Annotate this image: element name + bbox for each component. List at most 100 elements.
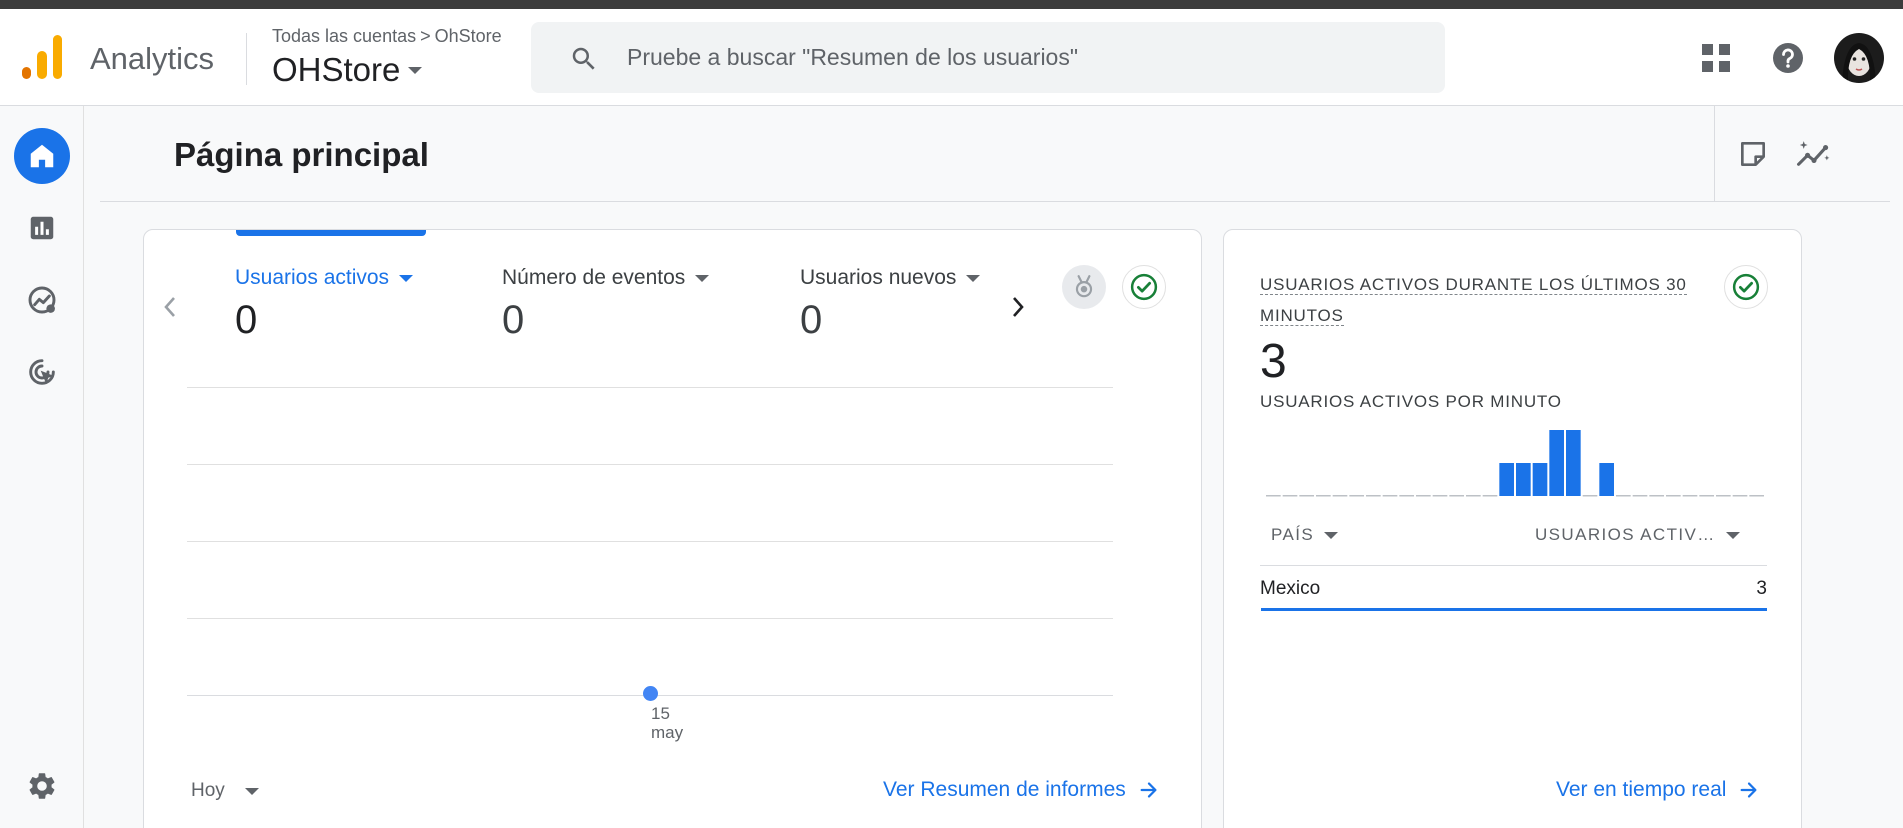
metric-tab-active-users[interactable]: Usuarios activos 0 bbox=[235, 266, 414, 343]
breadcrumb[interactable]: Todas las cuentas > OhStore bbox=[272, 26, 502, 47]
per-minute-bar-empty bbox=[1399, 495, 1414, 497]
per-minute-bar-empty bbox=[1266, 495, 1281, 497]
breadcrumb-property[interactable]: OhStore bbox=[435, 26, 502, 47]
browser-top-strip bbox=[0, 0, 1903, 9]
per-minute-bar-empty bbox=[1582, 495, 1598, 497]
per-minute-bar[interactable] bbox=[1516, 463, 1531, 496]
users-column-label: USUARIOS ACTIV… bbox=[1535, 525, 1716, 544]
left-navigation bbox=[0, 106, 84, 828]
arrow-right-icon bbox=[1741, 782, 1757, 798]
per-minute-bar[interactable] bbox=[1532, 463, 1548, 496]
nav-advertising[interactable] bbox=[14, 344, 70, 400]
user-photo-icon bbox=[1834, 33, 1884, 83]
per-minute-bar-empty bbox=[1632, 495, 1648, 497]
metric-tab-event-count[interactable]: Número de eventos 0 bbox=[502, 266, 710, 343]
badge-icon[interactable] bbox=[1062, 265, 1106, 309]
nav-admin[interactable] bbox=[14, 758, 70, 814]
table-row-value: 3 bbox=[1756, 578, 1767, 599]
per-minute-bar-empty bbox=[1449, 495, 1464, 497]
per-minute-bar-chart bbox=[1266, 430, 1766, 500]
metric-tab-new-users[interactable]: Usuarios nuevos 0 bbox=[800, 266, 981, 343]
per-minute-bar[interactable] bbox=[1549, 430, 1564, 496]
nav-reports[interactable] bbox=[14, 200, 70, 256]
per-minute-bars bbox=[1266, 430, 1764, 497]
notes-icon[interactable] bbox=[1737, 138, 1769, 170]
metric-label-text: Usuarios nuevos bbox=[800, 266, 957, 289]
per-minute-bar-empty bbox=[1382, 495, 1398, 497]
chart-data-point[interactable] bbox=[643, 686, 658, 701]
view-realtime-link[interactable]: Ver en tiempo real bbox=[1556, 778, 1760, 802]
nav-explore[interactable] bbox=[14, 272, 70, 328]
top-app-bar: Analytics Todas las cuentas > OhStore OH… bbox=[0, 9, 1903, 106]
settings-gear-icon bbox=[29, 773, 55, 799]
gridline bbox=[187, 464, 1113, 465]
per-minute-bar-empty bbox=[1616, 495, 1631, 497]
metric-value: 0 bbox=[800, 298, 823, 342]
advertising-icon bbox=[29, 359, 55, 385]
per-minute-bar-empty bbox=[1649, 495, 1664, 497]
gridline bbox=[187, 387, 1113, 388]
x-axis-tick: 15 may bbox=[651, 704, 683, 742]
chart-gridlines bbox=[187, 387, 1113, 697]
country-column-header[interactable]: PAÍS bbox=[1271, 525, 1339, 545]
search-bar[interactable] bbox=[531, 22, 1445, 93]
per-minute-bar-empty bbox=[1332, 495, 1348, 497]
per-minute-bar-empty bbox=[1749, 495, 1764, 497]
date-range-selector[interactable]: Hoy bbox=[191, 780, 259, 802]
gridline bbox=[187, 618, 1113, 619]
country-column-label: PAÍS bbox=[1271, 525, 1315, 544]
per-minute-bar[interactable] bbox=[1599, 463, 1614, 496]
property-name: OHStore bbox=[272, 51, 401, 88]
per-minute-bar-empty bbox=[1716, 495, 1731, 497]
help-icon[interactable] bbox=[1771, 41, 1805, 75]
table-row-country: Mexico bbox=[1260, 578, 1321, 599]
per-minute-bar-empty bbox=[1466, 495, 1481, 497]
table-row-bar bbox=[1261, 608, 1767, 611]
explore-icon bbox=[28, 286, 56, 314]
per-minute-bar-empty bbox=[1432, 495, 1448, 497]
per-minute-bar[interactable] bbox=[1499, 463, 1514, 496]
chevron-down-icon bbox=[1324, 531, 1339, 539]
metric-label: Número de eventos bbox=[502, 266, 710, 290]
active-tab-indicator bbox=[236, 230, 426, 236]
per-minute-bar-empty bbox=[1349, 495, 1364, 497]
realtime-title[interactable]: USUARIOS ACTIVOS DURANTE LOS ÚLTIMOS 30 … bbox=[1260, 269, 1690, 331]
account-avatar[interactable] bbox=[1834, 33, 1884, 83]
chevron-down-icon bbox=[966, 274, 981, 282]
search-input[interactable] bbox=[627, 22, 1407, 93]
users-column-header[interactable]: USUARIOS ACTIV… bbox=[1535, 525, 1740, 545]
metric-label-text: Usuarios activos bbox=[235, 266, 390, 289]
metric-label: Usuarios nuevos bbox=[800, 266, 981, 290]
page-title: Página principal bbox=[174, 136, 429, 173]
breadcrumb-account[interactable]: Todas las cuentas bbox=[272, 26, 416, 47]
apps-grid-icon[interactable] bbox=[1701, 43, 1731, 73]
gridline bbox=[187, 541, 1113, 542]
per-minute-bar[interactable] bbox=[1566, 430, 1581, 496]
metric-label-text: Número de eventos bbox=[502, 266, 686, 289]
realtime-check-icon[interactable] bbox=[1724, 265, 1768, 309]
per-minute-bar-empty bbox=[1699, 495, 1714, 497]
header-divider bbox=[246, 33, 247, 85]
per-minute-bar-empty bbox=[1732, 495, 1748, 497]
view-reports-link[interactable]: Ver Resumen de informes bbox=[883, 778, 1160, 802]
chevron-right-icon[interactable] bbox=[1008, 292, 1028, 322]
per-minute-bar-empty bbox=[1666, 495, 1681, 497]
metric-value: 0 bbox=[502, 298, 525, 342]
title-separator bbox=[100, 201, 1890, 202]
metric-value: 0 bbox=[235, 298, 258, 342]
insights-icon[interactable] bbox=[1796, 138, 1832, 170]
chevron-left-icon[interactable] bbox=[160, 292, 180, 322]
analytics-logo-icon[interactable] bbox=[22, 35, 62, 81]
property-selector[interactable]: OHStore bbox=[272, 51, 423, 89]
x-tick-month: may bbox=[651, 723, 684, 742]
nav-home[interactable] bbox=[14, 128, 70, 184]
realtime-per-minute-label: USUARIOS ACTIVOS POR MINUTO bbox=[1260, 392, 1562, 411]
per-minute-bar-empty bbox=[1366, 495, 1381, 497]
date-range-label: Hoy bbox=[191, 780, 225, 801]
data-quality-check-icon[interactable] bbox=[1122, 265, 1166, 309]
app-name: Analytics bbox=[90, 41, 215, 76]
per-minute-bar-empty bbox=[1682, 495, 1698, 497]
chevron-down-icon bbox=[399, 274, 414, 282]
metric-label: Usuarios activos bbox=[235, 266, 414, 290]
breadcrumb-separator: > bbox=[420, 26, 431, 46]
